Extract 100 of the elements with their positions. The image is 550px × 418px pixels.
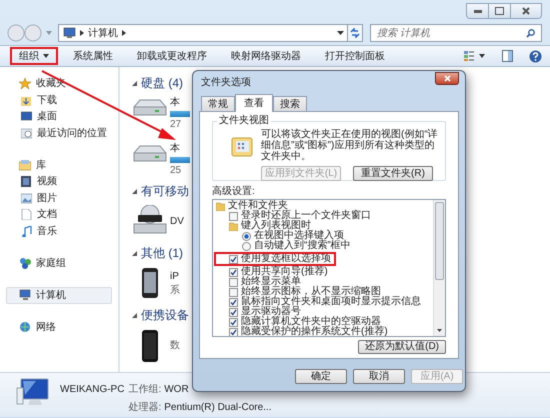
tab[interactable]: 搜索 bbox=[273, 96, 307, 111]
search-icon bbox=[526, 28, 535, 38]
radio-label[interactable]: 在视图中选择键入项 bbox=[254, 231, 344, 241]
minimize-button[interactable] bbox=[467, 4, 489, 18]
tab[interactable]: 查看 bbox=[235, 94, 273, 112]
preview-pane-icon[interactable] bbox=[502, 50, 513, 62]
search-field[interactable]: 搜索 计算机 bbox=[370, 24, 542, 42]
group-header[interactable]: 其他 (1) bbox=[141, 244, 183, 262]
checkbox[interactable] bbox=[229, 308, 238, 316]
item-name[interactable]: DV bbox=[170, 216, 184, 228]
checkbox[interactable] bbox=[229, 278, 238, 286]
close-button[interactable] bbox=[511, 4, 541, 18]
breadcrumb-arrow-icon[interactable] bbox=[80, 30, 84, 36]
group-header[interactable]: 有可移动 bbox=[141, 182, 189, 200]
homegroup-icon bbox=[19, 257, 31, 269]
checkbox[interactable] bbox=[229, 328, 238, 336]
library-icon bbox=[19, 159, 31, 171]
nav-item[interactable]: 家庭组 bbox=[6, 254, 112, 272]
reset-folders-button[interactable]: 重置文件夹(R) bbox=[353, 166, 433, 181]
toolbar-button[interactable]: 映射网络驱动器 bbox=[224, 49, 308, 63]
nav-item[interactable]: 视频 bbox=[4, 174, 114, 190]
search-placeholder: 搜索 计算机 bbox=[377, 26, 431, 40]
button[interactable]: 取消 bbox=[353, 369, 405, 384]
radio-button[interactable] bbox=[242, 242, 251, 250]
nav-item[interactable]: 桌面 bbox=[4, 108, 114, 125]
item-info: 系 bbox=[170, 285, 180, 297]
checkbox-label[interactable]: 隐藏计算机文件夹中的空驱动器 bbox=[241, 317, 381, 327]
scrollbar-thumb[interactable] bbox=[435, 202, 444, 280]
organize-menu-button[interactable]: 组织 bbox=[12, 49, 56, 63]
item-name[interactable]: 本 bbox=[170, 143, 190, 155]
radio-button[interactable] bbox=[242, 232, 251, 240]
radio-label[interactable]: 自动键入到“搜索”框中 bbox=[254, 241, 351, 251]
picture-icon bbox=[21, 192, 32, 204]
maximize-button[interactable] bbox=[489, 4, 511, 18]
computer-icon bbox=[62, 27, 76, 39]
item-name[interactable]: iP bbox=[170, 271, 180, 283]
tab[interactable]: 常规 bbox=[201, 96, 235, 111]
nav-item[interactable]: 最近访问的位置 bbox=[4, 125, 114, 142]
nav-item[interactable]: 音乐 bbox=[4, 223, 114, 240]
music-note-icon bbox=[21, 226, 32, 237]
checkbox[interactable] bbox=[229, 212, 238, 220]
video-icon bbox=[21, 176, 32, 188]
checkbox-label[interactable]: 鼠标指向文件夹和桌面项时显示提示信息 bbox=[241, 297, 421, 307]
document-icon bbox=[21, 209, 32, 220]
breadcrumb-arrow-icon[interactable] bbox=[122, 30, 126, 36]
collapse-triangle-icon[interactable] bbox=[132, 188, 137, 194]
checkbox-label[interactable]: 始终显示菜单 bbox=[241, 277, 301, 287]
button[interactable]: 确定 bbox=[295, 369, 347, 384]
breadcrumb-item[interactable]: 计算机 bbox=[88, 26, 118, 40]
caret-icon bbox=[43, 54, 49, 58]
item-name[interactable]: 本 bbox=[170, 97, 190, 109]
checkbox[interactable] bbox=[229, 288, 238, 296]
refresh-button[interactable] bbox=[347, 24, 363, 42]
minimize-icon bbox=[474, 10, 482, 12]
checkbox-label[interactable]: 隐藏受保护的操作系统文件(推荐) bbox=[241, 327, 388, 336]
checkbox[interactable] bbox=[229, 268, 238, 276]
item-info: 27 bbox=[170, 119, 182, 131]
address-field[interactable]: 计算机 bbox=[58, 24, 348, 42]
view-options-icon[interactable] bbox=[463, 50, 475, 62]
checkbox-label[interactable]: 使用共享向导(推荐) bbox=[241, 267, 328, 277]
toolbar-button[interactable]: 卸载或更改程序 bbox=[130, 49, 214, 63]
toolbar-button[interactable]: 系统属性 bbox=[66, 49, 120, 63]
checkbox-label[interactable]: 始终显示图标，从不显示缩略图 bbox=[241, 287, 381, 297]
group-header[interactable]: 便携设备 bbox=[141, 306, 189, 324]
item-info: 数 bbox=[170, 340, 180, 352]
close-icon bbox=[444, 74, 450, 82]
nav-item[interactable]: 图片 bbox=[4, 190, 114, 206]
field-value: Pentium(R) Dual-Core... bbox=[164, 401, 272, 415]
nav-item[interactable]: 文档 bbox=[4, 206, 114, 223]
checkbox[interactable] bbox=[229, 318, 238, 326]
group-header[interactable]: 硬盘 (4) bbox=[141, 74, 183, 92]
folder-icon bbox=[229, 222, 238, 230]
folder-icon bbox=[216, 202, 225, 210]
network-icon bbox=[19, 321, 31, 333]
nav-item[interactable]: 库 bbox=[6, 156, 112, 174]
caret-icon[interactable] bbox=[479, 54, 485, 58]
refresh-icon bbox=[350, 28, 360, 38]
advanced-settings-label: 高级设置: bbox=[212, 186, 256, 198]
computer-name: WEIKANG-PC bbox=[60, 383, 124, 397]
checkbox-label[interactable]: 显示驱动器号 bbox=[241, 307, 301, 317]
restore-defaults-button[interactable]: 还原为默认值(D) bbox=[358, 340, 446, 354]
collapse-triangle-icon[interactable] bbox=[132, 250, 137, 256]
checkbox[interactable] bbox=[229, 298, 238, 306]
computer-icon bbox=[19, 289, 31, 301]
toolbar-button[interactable]: 打开控制面板 bbox=[318, 49, 392, 63]
scrollbar[interactable] bbox=[433, 200, 445, 336]
nav-item[interactable]: 下载 bbox=[4, 92, 114, 108]
dropdown-caret-icon[interactable] bbox=[337, 31, 344, 35]
scroll-down-icon[interactable] bbox=[437, 329, 442, 332]
checkbox[interactable] bbox=[229, 254, 238, 264]
nav-item[interactable]: 计算机 bbox=[6, 286, 112, 304]
checkbox-label[interactable]: 登录时还原上一个文件夹窗口 bbox=[241, 211, 371, 221]
nav-item[interactable]: 网络 bbox=[6, 318, 112, 336]
collapse-triangle-icon[interactable] bbox=[132, 80, 137, 86]
field-label: 处理器: bbox=[128, 400, 162, 415]
download-folder-icon bbox=[21, 94, 32, 106]
desktop-icon bbox=[21, 111, 32, 122]
collapse-triangle-icon[interactable] bbox=[132, 312, 137, 318]
close-button[interactable] bbox=[435, 72, 459, 84]
help-icon[interactable] bbox=[529, 50, 542, 62]
